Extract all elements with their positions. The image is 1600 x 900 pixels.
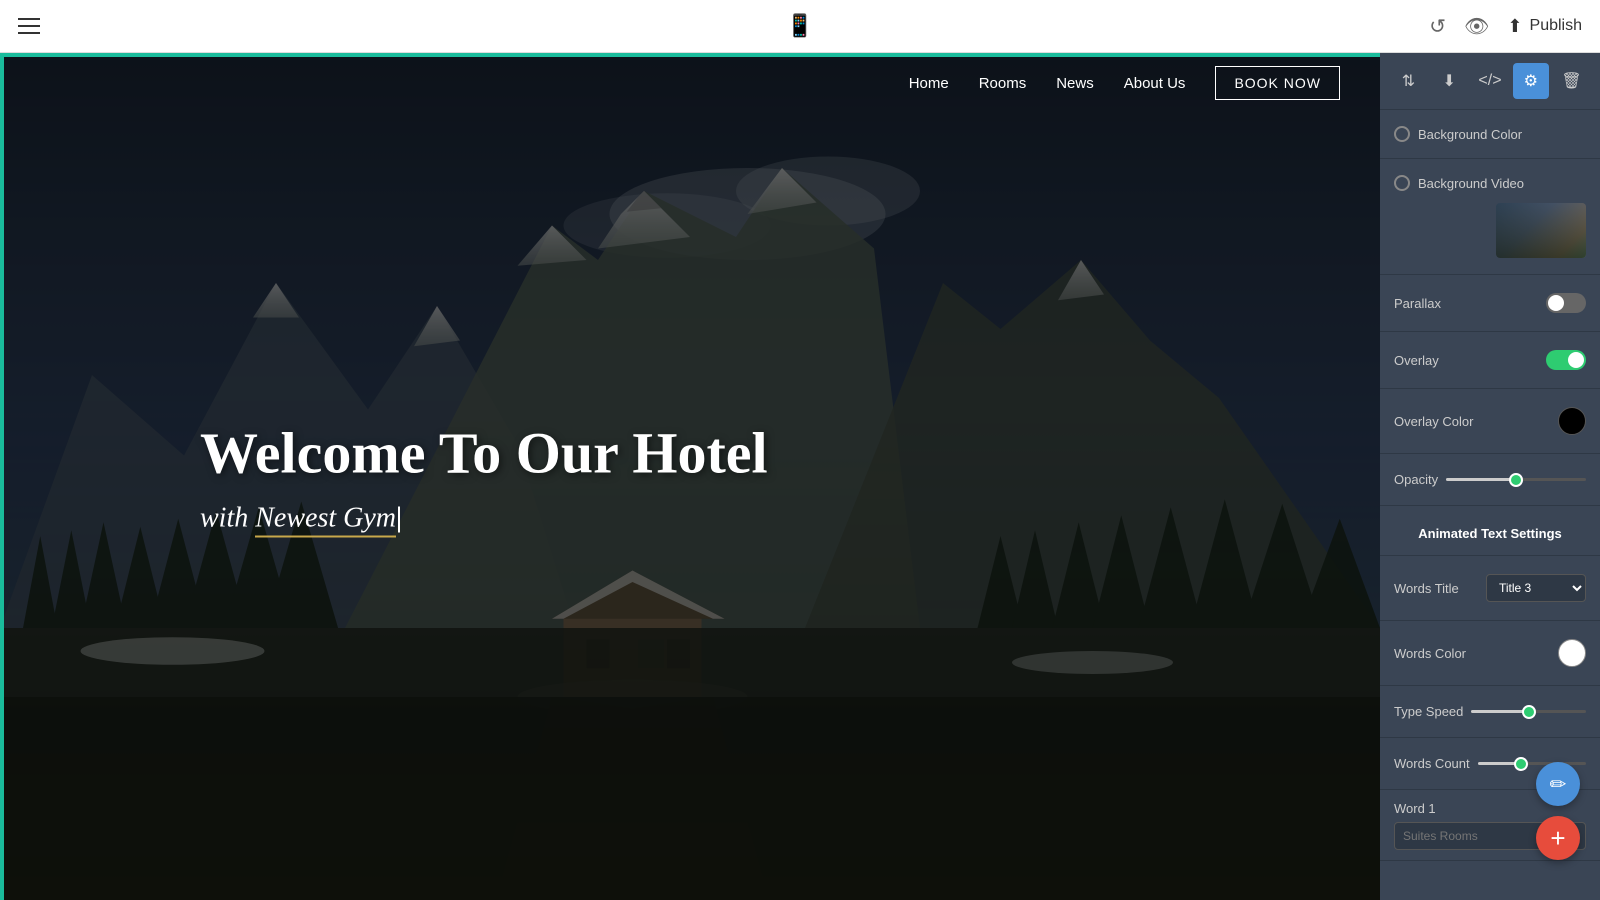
canvas-left-border [0, 53, 4, 900]
main-area: Home Rooms News About Us BOOK NOW Welcom… [0, 53, 1600, 900]
topbar: 📱 ↺ 👁 ⬆ Publish [0, 0, 1600, 53]
overlay-color-label: Overlay Color [1394, 414, 1473, 429]
hamburger-menu-icon[interactable] [18, 18, 40, 34]
parallax-section: Parallax [1380, 275, 1600, 332]
opacity-row: Opacity [1394, 464, 1586, 495]
panel-toolbar: ⇅ ⬇ </> ⚙ 🗑 [1380, 53, 1600, 110]
type-speed-slider[interactable] [1471, 710, 1586, 713]
overlay-label: Overlay [1394, 353, 1439, 368]
book-now-button[interactable]: BOOK NOW [1215, 66, 1340, 100]
overlay-section: Overlay [1380, 332, 1600, 389]
opacity-label: Opacity [1394, 472, 1438, 487]
phone-preview-icon[interactable]: 📱 [786, 13, 813, 38]
fab-container: ✏ + [1536, 762, 1580, 860]
canvas-top-border [0, 53, 1380, 57]
type-speed-label: Type Speed [1394, 704, 1463, 719]
type-speed-row: Type Speed [1394, 696, 1586, 727]
delete-tool-button[interactable]: 🗑 [1554, 63, 1590, 99]
overlay-color-section: Overlay Color [1380, 389, 1600, 454]
words-title-label: Words Title [1394, 581, 1459, 596]
animated-text-title: Animated Text Settings [1394, 516, 1586, 545]
nav-news[interactable]: News [1056, 75, 1094, 92]
parallax-row: Parallax [1394, 285, 1586, 321]
words-title-section: Words Title Title 1 Title 2 Title 3 Titl… [1380, 556, 1600, 621]
subtitle-prefix: with [200, 502, 255, 533]
words-title-row: Words Title Title 1 Title 2 Title 3 Titl… [1394, 566, 1586, 610]
background-color-row: Background Color [1394, 120, 1586, 148]
overlay-color-swatch[interactable] [1558, 407, 1586, 435]
opacity-slider[interactable] [1446, 478, 1586, 481]
undo-icon[interactable]: ↺ [1429, 14, 1446, 39]
publish-button[interactable]: ⬆ Publish [1507, 16, 1582, 37]
type-speed-section: Type Speed [1380, 686, 1600, 738]
hero-content: Welcome To Our Hotel with Newest Gym [200, 419, 768, 534]
code-tool-button[interactable]: </> [1472, 63, 1508, 99]
overlay-color-row: Overlay Color [1394, 399, 1586, 443]
words-color-swatch[interactable] [1558, 639, 1586, 667]
nav-about-us[interactable]: About Us [1124, 75, 1186, 92]
topbar-left [18, 18, 40, 34]
publish-label: Publish [1530, 17, 1582, 35]
cloud-upload-icon: ⬆ [1507, 16, 1522, 37]
background-video-label: Background Video [1418, 176, 1524, 191]
settings-tool-button[interactable]: ⚙ [1513, 63, 1549, 99]
text-cursor [398, 507, 400, 533]
word1-label: Word 1 [1394, 801, 1436, 816]
background-color-label: Background Color [1418, 127, 1522, 142]
nav-rooms[interactable]: Rooms [979, 75, 1027, 92]
words-count-label: Words Count [1394, 756, 1470, 771]
parallax-toggle[interactable] [1546, 293, 1586, 313]
video-thumbnail[interactable] [1496, 203, 1586, 258]
hero-subtitle: with Newest Gym [200, 502, 768, 534]
overlay-toggle[interactable] [1546, 350, 1586, 370]
topbar-right: ↺ 👁 ⬆ Publish [1429, 14, 1582, 39]
canvas: Home Rooms News About Us BOOK NOW Welcom… [0, 53, 1380, 900]
words-color-label: Words Color [1394, 646, 1466, 661]
edit-fab-button[interactable]: ✏ [1536, 762, 1580, 806]
add-fab-button[interactable]: + [1536, 816, 1580, 860]
preview-eye-icon[interactable]: 👁 [1464, 14, 1489, 39]
nav-links: Home Rooms News About Us BOOK NOW [909, 66, 1340, 100]
background-color-section: Background Color [1380, 110, 1600, 159]
move-tool-button[interactable]: ⇅ [1390, 63, 1426, 99]
animated-text-title-section: Animated Text Settings [1380, 506, 1600, 556]
words-color-section: Words Color [1380, 621, 1600, 686]
words-title-select[interactable]: Title 1 Title 2 Title 3 Title 4 [1486, 574, 1586, 602]
site-navigation: Home Rooms News About Us BOOK NOW [0, 53, 1380, 113]
background-color-radio[interactable] [1394, 126, 1410, 142]
hero-title: Welcome To Our Hotel [200, 419, 768, 486]
background-video-section: Background Video [1380, 159, 1600, 275]
topbar-center: 📱 [786, 13, 813, 39]
overlay-row: Overlay [1394, 342, 1586, 378]
nav-home[interactable]: Home [909, 75, 949, 92]
background-video-row: Background Video [1394, 169, 1586, 197]
words-color-row: Words Color [1394, 631, 1586, 675]
video-thumbnail-container [1394, 197, 1586, 264]
animated-word: Newest Gym [255, 502, 396, 537]
opacity-section: Opacity [1380, 454, 1600, 506]
download-tool-button[interactable]: ⬇ [1431, 63, 1467, 99]
parallax-label: Parallax [1394, 296, 1441, 311]
background-video-radio[interactable] [1394, 175, 1410, 191]
